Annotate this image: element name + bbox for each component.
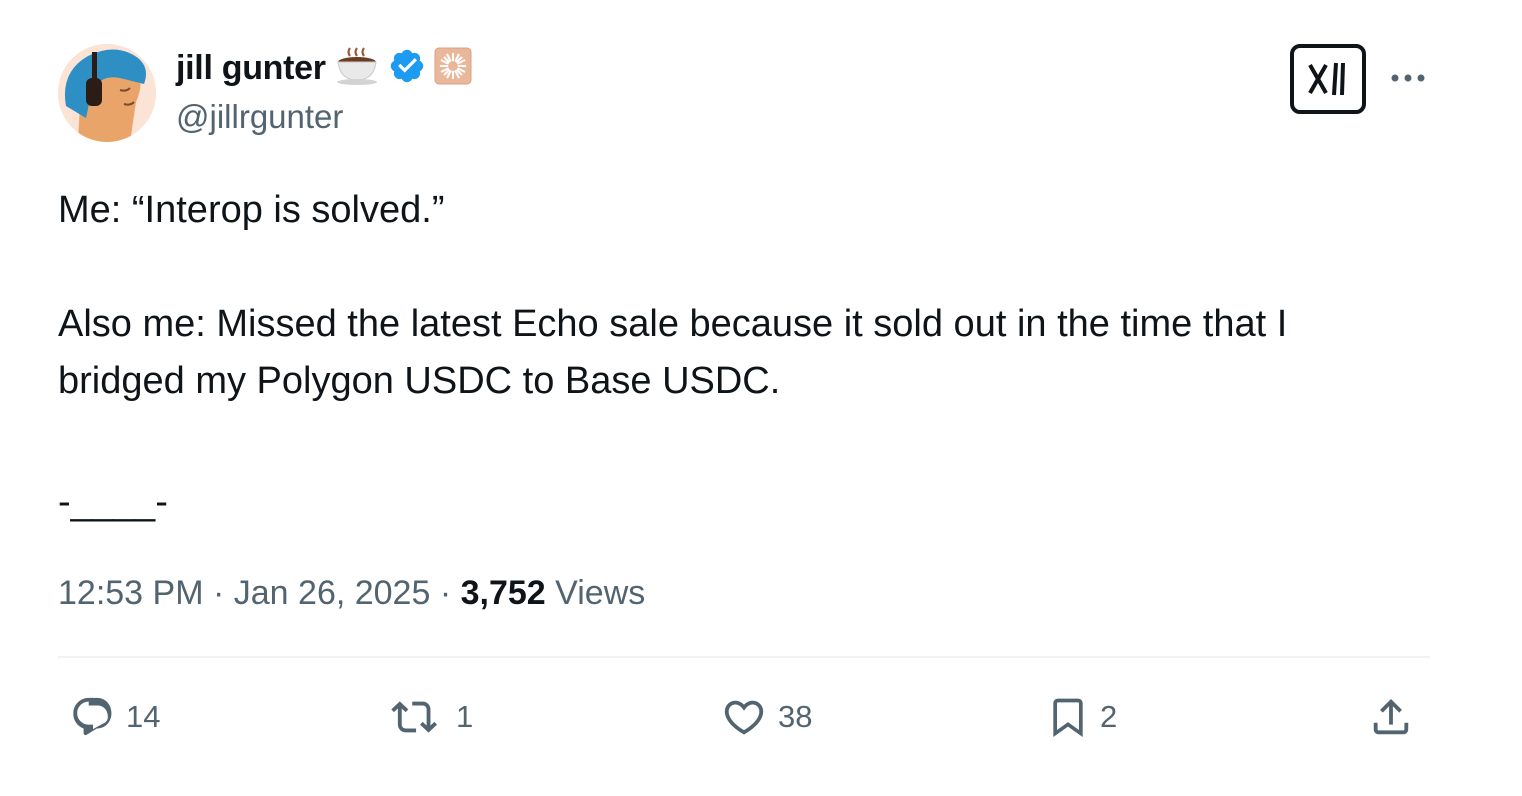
reply-count: 14 xyxy=(126,699,161,734)
grok-button[interactable] xyxy=(1290,44,1366,114)
coffee-emoji-icon xyxy=(334,46,380,91)
meta-separator: · xyxy=(439,574,452,612)
tweet-date[interactable]: Jan 26, 2025 xyxy=(234,574,431,612)
retweet-icon xyxy=(391,701,438,733)
author-handle[interactable]: @jillrgunter xyxy=(176,96,343,138)
tweet-time[interactable]: 12:53 PM xyxy=(58,574,204,612)
views-count[interactable]: 3,752 xyxy=(461,574,546,612)
reply-icon xyxy=(73,697,112,736)
tweet-text-line: Also me: Missed the latest Echo sale bec… xyxy=(58,303,1288,345)
more-icon xyxy=(1391,74,1425,82)
meta-separator: · xyxy=(212,574,225,612)
avatar-illustration xyxy=(58,44,156,142)
tweet-text-line: bridged my Polygon USDC to Base USDC. xyxy=(58,360,781,402)
like-count: 38 xyxy=(778,699,813,734)
grok-icon xyxy=(1308,62,1345,96)
avatar[interactable] xyxy=(58,44,156,142)
divider xyxy=(58,656,1430,658)
retweet-count: 1 xyxy=(456,699,474,734)
verified-badge-icon[interactable] xyxy=(388,47,426,90)
display-name[interactable]: jill gunter xyxy=(176,46,326,90)
tweet-text-line: -____- xyxy=(58,481,168,523)
reply-button[interactable]: 14 xyxy=(70,692,160,742)
more-options-button[interactable] xyxy=(1386,60,1430,96)
bookmark-button[interactable]: 2 xyxy=(1046,692,1117,742)
like-button[interactable]: 38 xyxy=(720,692,812,742)
affiliate-badge-icon[interactable] xyxy=(434,47,472,90)
share-icon xyxy=(1373,698,1409,735)
tweet-card: jill gunter @jillrgunter Me: “Interop is… xyxy=(0,0,1522,796)
bookmark-icon xyxy=(1053,698,1083,738)
tweet-meta: 12:53 PM · Jan 26, 2025 · 3,752 Views xyxy=(58,570,645,616)
retweet-button[interactable]: 1 xyxy=(390,692,473,742)
views-label: Views xyxy=(555,574,646,612)
heart-icon xyxy=(724,700,764,735)
bookmark-count: 2 xyxy=(1100,699,1118,734)
share-button[interactable] xyxy=(1368,692,1414,742)
author-name-row[interactable]: jill gunter xyxy=(176,46,472,90)
tweet-text-line: Me: “Interop is solved.” xyxy=(58,189,445,231)
